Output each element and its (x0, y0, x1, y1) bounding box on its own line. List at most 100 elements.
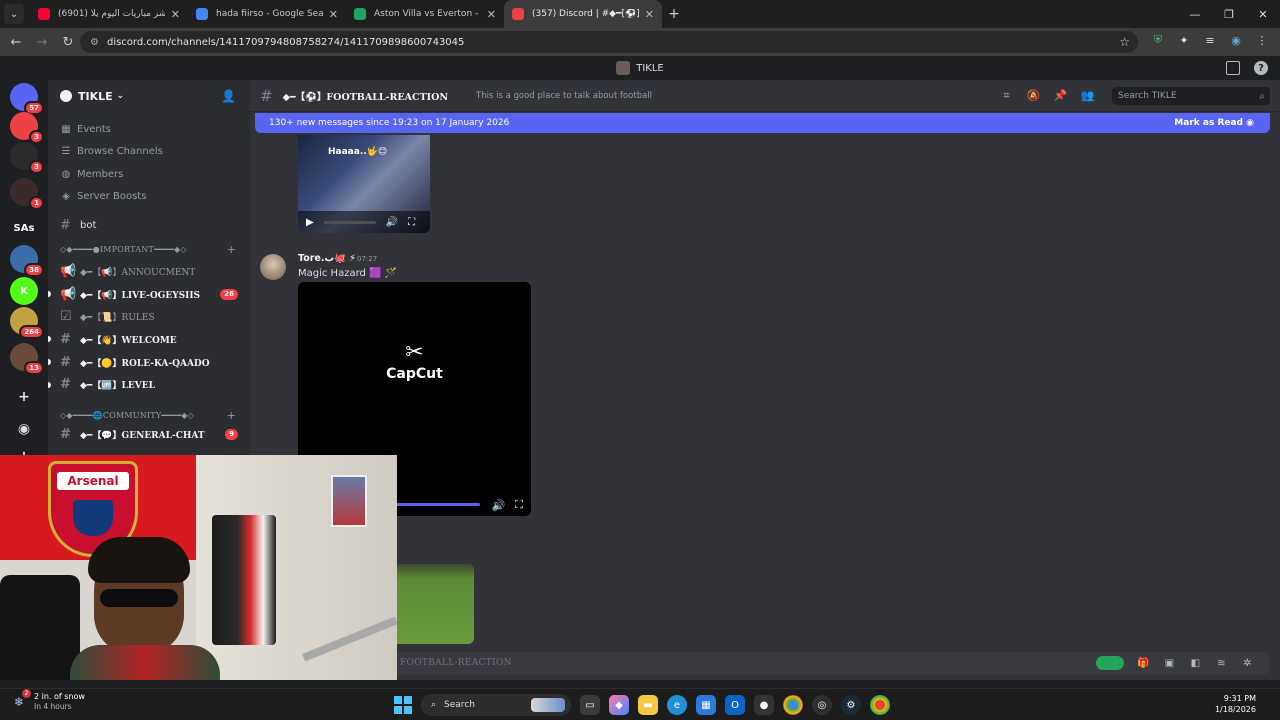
play-icon[interactable]: ▶ (306, 217, 314, 228)
restore-icon[interactable]: ❐ (1212, 0, 1246, 28)
add-channel-icon[interactable]: + (227, 243, 236, 256)
fullscreen-icon[interactable]: ⛶ (408, 217, 415, 228)
sticker-icon[interactable]: ◧ (1189, 657, 1202, 670)
server-icon[interactable]: 3 (10, 142, 44, 174)
sidebar-item-events[interactable]: ▦ Events (48, 118, 250, 141)
browser-tab[interactable]: Aston Villa vs Everton - live score ✕ (346, 0, 504, 28)
windows-start-icon[interactable] (394, 696, 412, 714)
close-tab-icon[interactable]: ✕ (171, 8, 180, 21)
minimize-icon[interactable]: — (1178, 0, 1212, 28)
tab-favicon-icon (512, 8, 524, 20)
sidebar-item-members[interactable]: ◍ Members (48, 163, 250, 186)
channel-item[interactable]: # ◆━【👋】WELCOME (48, 328, 250, 351)
cannon-icon (73, 500, 113, 536)
gif-icon[interactable]: ▣ (1163, 657, 1176, 670)
category-community[interactable]: ◇◆━━━━🌐COMMUNITY━━━━◆◇ + (48, 404, 250, 426)
close-tab-icon[interactable]: ✕ (329, 8, 338, 21)
video-attachment-pitch[interactable] (390, 564, 474, 644)
sidebar-item-label: Members (77, 168, 124, 180)
sidebar-item-browse-channels[interactable]: ☰ Browse Channels (48, 141, 250, 164)
pin-icon[interactable]: 📌 (1054, 89, 1068, 102)
channel-item[interactable]: # ◆━【🆙】LEVEL (48, 373, 250, 396)
back-icon[interactable]: ← (4, 30, 28, 54)
volume-icon[interactable]: 🔊 (492, 499, 506, 512)
new-tab-button[interactable]: + (662, 6, 686, 22)
forward-icon[interactable]: → (30, 30, 54, 54)
channel-general-chat[interactable]: # ◆━【💬】GENERAL-CHAT 9 (48, 426, 250, 442)
browser-tab[interactable]: hada fiirso - Google Search ✕ (188, 0, 346, 28)
message-author[interactable]: Tore.ب🐙 ⚡ (298, 253, 356, 264)
member-list-icon[interactable]: 👥 (1081, 89, 1095, 102)
server-icon[interactable]: 13 (10, 343, 44, 375)
capcut-wordmark: CapCut (386, 366, 443, 382)
app-launcher-icon[interactable] (1096, 656, 1124, 670)
add-channel-icon[interactable]: + (227, 409, 236, 422)
profile-avatar-icon[interactable]: ◉ (1228, 32, 1244, 48)
discover-icon[interactable]: ◉ (10, 415, 38, 443)
system-clock[interactable]: 9:31 PM 1/18/2026 (1215, 693, 1256, 715)
server-icon[interactable]: 3 (10, 112, 44, 144)
obs-icon[interactable]: ◎ (812, 695, 832, 715)
browser-menu-icon[interactable]: ⋮ (1254, 32, 1270, 48)
site-info-icon[interactable]: ⚙ (90, 37, 99, 48)
server-icon[interactable]: 38 (10, 245, 44, 277)
server-icon[interactable]: 57 (10, 83, 44, 115)
shield-extension-icon[interactable]: ⛨ (1150, 32, 1166, 48)
address-bar[interactable]: ⚙ discord.com/channels/14117097948087582… (80, 31, 1138, 53)
task-view-icon[interactable]: ▭ (580, 695, 600, 715)
server-icon[interactable]: 1 (10, 178, 44, 210)
server-icon[interactable]: K (10, 277, 38, 305)
puzzle-extensions-icon[interactable]: ✦ (1176, 32, 1192, 48)
sidebar-item-server-boosts[interactable]: ◈ Server Boosts (48, 186, 250, 209)
close-tab-icon[interactable]: ✕ (645, 8, 654, 21)
add-server-icon[interactable]: + (10, 383, 38, 411)
mark-as-read-button[interactable]: Mark as Read ◉ (1174, 118, 1254, 128)
browser-tab[interactable]: (6901) بث مباشر مباريات اليوم يلا ✕ (30, 0, 188, 28)
volume-icon[interactable]: 🔊 (386, 217, 398, 228)
mute-bell-icon[interactable]: 🔕 (1027, 89, 1041, 102)
copilot-icon[interactable]: ◆ (609, 695, 629, 715)
channel-item[interactable]: 📢 ◆━【📢】ANNOUCMENT (48, 260, 250, 283)
taskbar-search[interactable]: ⌕ Search (421, 694, 571, 716)
avatar[interactable] (260, 254, 286, 280)
channel-item[interactable]: 📢 ◆━【📢】LIVE-OGEYSIIS 26 (48, 283, 250, 306)
search-input[interactable]: Search TIKLE ⌕ (1112, 87, 1270, 105)
channel-bot[interactable]: # bot (48, 212, 250, 238)
browser-tab[interactable]: (357) Discord | #◆━[⚽]FOOTBALL- ✕ (504, 0, 662, 28)
soundboard-icon[interactable]: ≋ (1215, 657, 1228, 670)
bookmark-star-icon[interactable]: ☆ (1119, 35, 1130, 49)
channel-item[interactable]: # ◆━【🟡】ROLE-KA-QAADO (48, 351, 250, 374)
media-app-icon[interactable]: ● (754, 695, 774, 715)
chrome-profile-icon[interactable] (870, 695, 890, 715)
edge-icon[interactable]: e (667, 695, 687, 715)
threads-icon[interactable]: ⌗ (1000, 89, 1013, 102)
emoji-icon[interactable]: ✲ (1241, 657, 1254, 670)
tab-search-icon[interactable]: ⌄ (4, 4, 24, 24)
gift-icon[interactable]: 🎁 (1137, 657, 1150, 670)
video-progress[interactable] (388, 503, 480, 506)
close-tab-icon[interactable]: ✕ (487, 8, 496, 21)
server-icon[interactable]: SAs (10, 214, 38, 242)
close-window-icon[interactable]: ✕ (1246, 0, 1280, 28)
store-icon[interactable]: ▦ (696, 695, 716, 715)
new-messages-bar[interactable]: 130+ new messages since 19:23 on 17 Janu… (255, 113, 1270, 133)
invite-people-icon[interactable]: 👤 (221, 89, 236, 103)
help-icon[interactable]: ? (1254, 61, 1268, 75)
channel-item[interactable]: ☑ ◆━【📜】RULES (48, 305, 250, 328)
chrome-icon[interactable] (783, 695, 803, 715)
channel-topic[interactable]: This is a good place to talk about footb… (466, 91, 652, 101)
steam-icon[interactable]: ⚙ (841, 695, 861, 715)
weather-widget[interactable]: ❄ 2 2 in. of snow In 4 hours (14, 689, 85, 711)
fullscreen-icon[interactable]: ⛶ (515, 498, 523, 512)
video-attachment[interactable]: Haaaa..🤟😊 ▶ 🔊 ⛶ (298, 135, 430, 233)
reload-icon[interactable]: ↻ (56, 30, 80, 54)
server-icon[interactable]: 264 (10, 307, 44, 339)
file-explorer-icon[interactable]: ▬ (638, 695, 658, 715)
outlook-icon[interactable]: O (725, 695, 745, 715)
inbox-icon[interactable] (1226, 61, 1240, 75)
server-header[interactable]: TIKLE ⌄ 👤 (48, 80, 250, 112)
category-important[interactable]: ◇◆━━━━●IMPORTANT━━━━◆◇ + (48, 238, 250, 260)
message-input[interactable]: FOOTBALL-REACTION 🎁 ▣ ◧ ≋ ✲ (260, 652, 1270, 674)
video-progress[interactable] (323, 220, 376, 224)
media-controls-icon[interactable]: ≡ (1202, 32, 1218, 48)
